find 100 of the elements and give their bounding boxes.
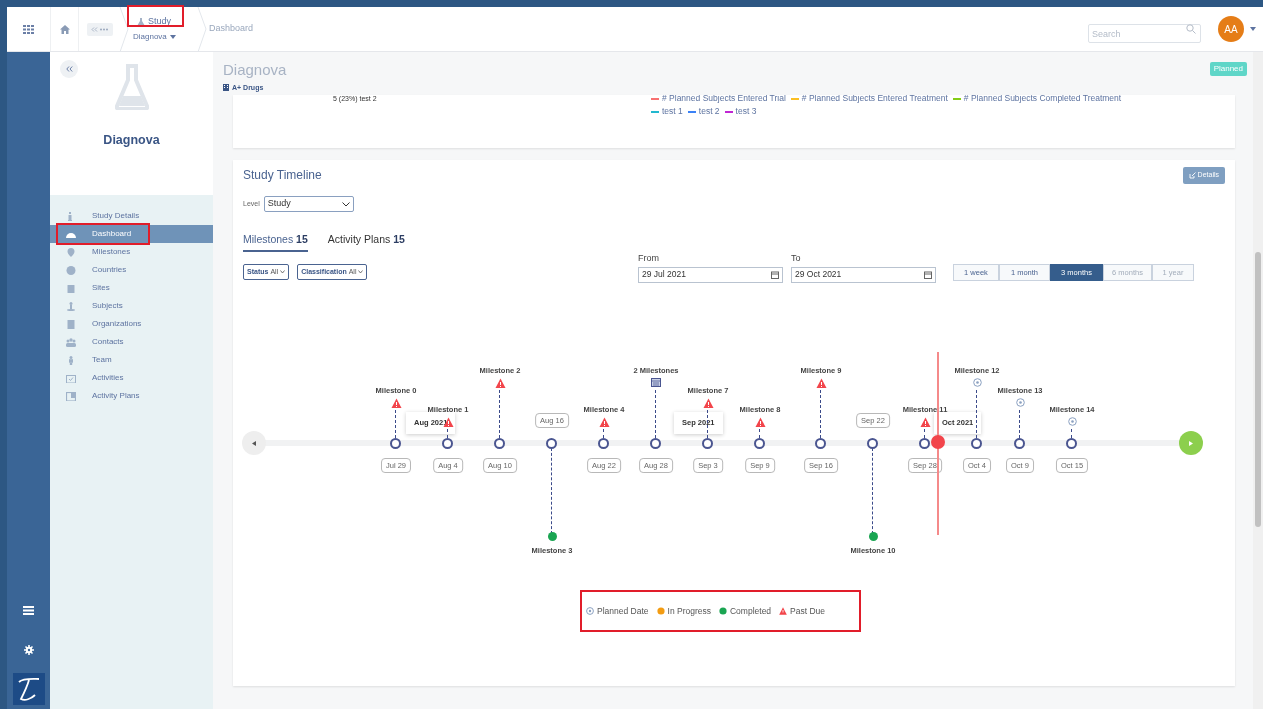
search-icon [1186,23,1196,34]
sidebar-item[interactable]: Activities [50,369,213,387]
legend-label: # Planned Subjects Entered Treatment [801,95,948,105]
breadcrumb-dropdown[interactable]: Diagnova [133,31,189,44]
connector-line [976,390,977,438]
timeline-node [390,438,401,449]
timeline-node [1066,438,1077,449]
to-date-field[interactable]: 29 Oct 2021 [791,266,936,283]
chevron-down-icon [280,270,286,274]
ellipsis-icon [91,26,109,32]
connector-line [603,429,604,438]
timeline-node [546,438,557,449]
timeline-node [815,438,826,449]
scrollbar-thumb[interactable] [1255,252,1261,527]
highlight-frame [127,4,184,27]
sidebar-item[interactable]: Team [50,351,213,369]
building-icon [66,319,76,329]
search-field[interactable]: Search [1088,24,1201,43]
timeline-node [650,438,661,449]
breadcrumb-section[interactable]: Study [148,14,171,29]
caret-icon[interactable] [1250,27,1256,31]
chevron-down-icon [341,201,350,207]
warning-icon [779,607,788,616]
sidebar-item[interactable]: Subjects [50,297,213,315]
calendar-icon [771,270,779,279]
group-icon [66,337,76,347]
timeline-node [971,438,982,449]
connector-line [499,390,500,438]
connector-line [1071,429,1072,438]
legend-label: # Planned Subjects Completed Treatment [963,95,1122,105]
tab[interactable]: Milestones 15 [243,232,308,252]
timeline-node [494,438,505,449]
settings-icon[interactable] [23,645,34,655]
sidebar-item[interactable]: Organizations [50,315,213,333]
dot-icon [719,607,727,616]
sidebar-item[interactable]: Sites [50,279,213,297]
home-icon[interactable] [59,24,70,34]
study-name: Diagnova [103,132,160,149]
sidebar-item[interactable]: Study Details [50,207,213,225]
chevron-down-icon [358,270,364,274]
sidebar-item[interactable]: Activity Plans [50,387,213,405]
legend-label: Completed [730,605,772,618]
page-title: Diagnova [223,60,287,80]
dot-icon [656,607,665,616]
legend-label: Past Due [790,605,826,618]
board-icon [66,391,76,401]
connector-line [707,410,708,438]
connector-line [759,429,760,438]
card-title: Study Timeline [243,167,322,184]
connector-line [447,429,448,438]
building-icon [223,84,229,92]
double-chevron-icon [65,66,73,72]
connector-line [395,410,396,438]
status-badge: Planned [1209,62,1247,76]
timeline-node [754,438,765,449]
timeline-node [598,438,609,449]
from-label: From [638,252,660,265]
caret-left-icon [252,440,256,446]
collapsed-breadcrumb-button[interactable] [87,22,113,36]
calendar-icon [924,270,932,279]
tab[interactable]: Activity Plans 15 [327,232,405,252]
legend-label: test 1 [662,105,683,118]
legend-label: In Progress [667,605,711,618]
timeline-node [442,438,453,449]
from-date-field[interactable]: 29 Jul 2021 [638,266,783,283]
map-pin-icon [66,247,76,257]
sidebar-item[interactable]: Countries [50,261,213,279]
legend-label: test 3 [735,105,757,118]
globe-icon [66,265,76,275]
connector-line [1019,410,1020,438]
previous-button[interactable] [242,431,266,455]
connector-line [924,429,925,438]
timeline-node [1014,438,1025,449]
today-marker [931,435,945,449]
sidebar-item[interactable]: Milestones [50,243,213,261]
caret-icon [169,35,176,40]
legend-label: test 2 [698,105,720,118]
target-icon [586,607,594,616]
timeline-node [702,438,713,449]
app-grid-icon[interactable] [23,24,34,34]
next-button[interactable] [1179,431,1203,455]
flask-icon [137,17,145,26]
level-dropdown[interactable]: Study [263,196,354,212]
person-icon [66,355,76,365]
calendar-icon [66,373,76,383]
sidebar-item[interactable]: Contacts [50,333,213,351]
user-avatar[interactable]: AA [1218,16,1244,42]
logo-icon [12,673,45,705]
list-icon[interactable] [23,606,34,615]
connector-line [655,390,656,438]
breadcrumb-current: Dashboard [209,22,254,36]
connector-line [820,390,821,438]
legend-label: Planned Date [597,605,649,618]
legend-label: # Planned Subjects Entered Trial [662,95,786,105]
collapse-sidebar-button[interactable] [60,60,78,78]
clipboard-icon [66,283,76,293]
timeline-node [867,438,878,449]
flask-icon [114,64,149,110]
sidebar-item[interactable]: Dashboard [50,225,213,243]
timeline-node [919,438,930,449]
